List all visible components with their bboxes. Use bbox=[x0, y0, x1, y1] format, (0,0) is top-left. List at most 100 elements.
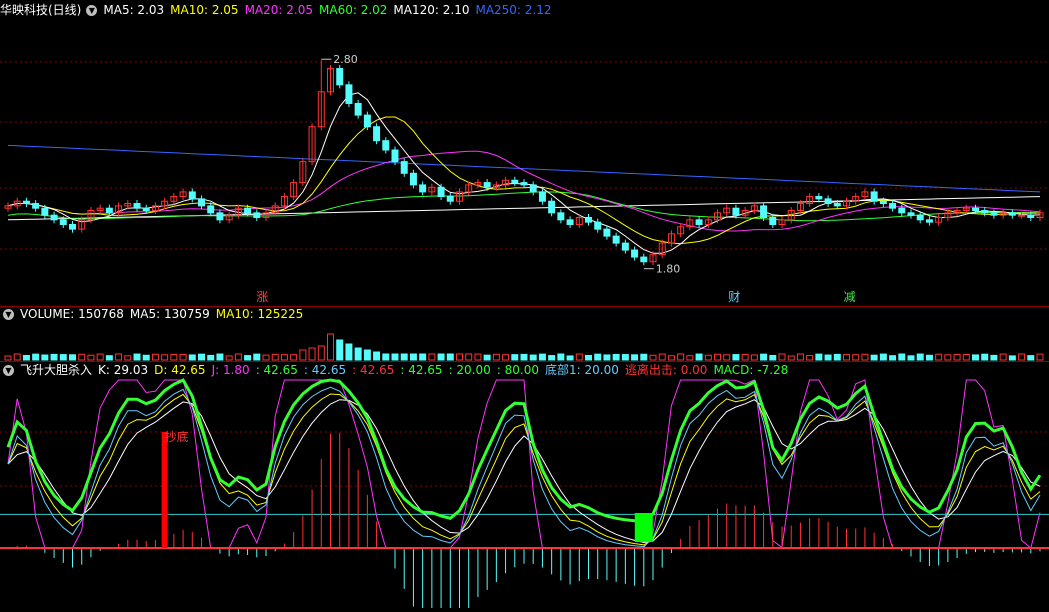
volume-bar bbox=[677, 353, 685, 361]
candle-body bbox=[870, 191, 878, 202]
candle-body bbox=[833, 203, 841, 207]
volume-bar bbox=[852, 354, 860, 361]
candle-body bbox=[695, 219, 703, 225]
candle-body bbox=[916, 214, 924, 221]
candle-body bbox=[419, 184, 427, 193]
event-marker: 涨 bbox=[256, 289, 268, 304]
volume-bar bbox=[714, 353, 721, 361]
collapse-icon[interactable]: ▼ bbox=[3, 309, 14, 320]
volume-bar bbox=[179, 353, 187, 361]
volume-bar bbox=[317, 345, 325, 361]
candle-body bbox=[142, 207, 150, 212]
legend-item: MA10: 2.05 bbox=[170, 3, 239, 17]
volume-bar bbox=[879, 353, 887, 361]
candle-body bbox=[216, 212, 224, 221]
legend-item: 飞升大胆杀入 bbox=[20, 363, 93, 377]
event-marker: 财 bbox=[728, 290, 740, 304]
candle-body bbox=[511, 179, 519, 184]
volume-bar bbox=[981, 353, 989, 361]
volume-bar bbox=[13, 353, 21, 361]
volume-bar bbox=[105, 355, 113, 361]
candle-body bbox=[972, 207, 979, 212]
candle-body bbox=[50, 214, 58, 221]
candle-body bbox=[345, 84, 353, 104]
volume-bar bbox=[1036, 353, 1044, 361]
legend-item: MA5: 2.03 bbox=[103, 3, 165, 17]
volume-bar bbox=[511, 354, 519, 361]
candle-body bbox=[925, 219, 933, 223]
legend-item: : 80.00 bbox=[496, 363, 539, 377]
volume-bar bbox=[502, 354, 510, 361]
indicator-legend: 飞升大胆杀入 K: 29.03 D: 42.65 J: 1.80: 42.65: 42… bbox=[20, 363, 794, 377]
candle-body bbox=[824, 198, 832, 205]
volume-bar bbox=[234, 353, 242, 361]
candle-body bbox=[879, 200, 887, 205]
legend-item: K: 29.03 bbox=[98, 363, 149, 377]
volume-bar bbox=[492, 353, 500, 361]
candle-body bbox=[409, 172, 417, 186]
candle-body bbox=[585, 217, 592, 223]
candle-body bbox=[815, 196, 823, 200]
volume-bar bbox=[741, 353, 749, 361]
legend-item: MA60: 2.02 bbox=[319, 3, 388, 17]
volume-bar bbox=[216, 353, 224, 361]
candle-body bbox=[354, 102, 362, 116]
candle-body bbox=[529, 184, 537, 193]
gridlines bbox=[0, 61, 1049, 487]
candle-body bbox=[557, 212, 565, 221]
candle-body bbox=[253, 212, 261, 219]
volume-bar bbox=[1018, 353, 1026, 361]
volume-bar bbox=[566, 355, 574, 361]
volume-bar bbox=[833, 353, 841, 361]
volume-bar bbox=[271, 353, 279, 361]
volume-bar bbox=[391, 353, 399, 361]
volume-bar bbox=[59, 354, 67, 361]
volume-bar bbox=[898, 353, 906, 361]
candle-body bbox=[32, 203, 40, 209]
collapse-icon[interactable]: ▼ bbox=[3, 365, 14, 376]
volume-bar bbox=[778, 353, 786, 361]
volume-bar bbox=[925, 354, 933, 361]
ma-legend: MA5: 2.03 MA10: 2.05 MA20: 2.05 MA60: 2.02 M… bbox=[103, 3, 557, 17]
legend-item: : 42.65 bbox=[255, 363, 298, 377]
volume-bar bbox=[133, 353, 141, 361]
volume-bar bbox=[188, 354, 196, 361]
volume-bar bbox=[1027, 355, 1035, 361]
candle-body bbox=[198, 198, 205, 207]
candle-body bbox=[1018, 214, 1026, 217]
candle-body bbox=[640, 256, 648, 263]
volume-bar bbox=[704, 354, 712, 361]
volume-bar bbox=[640, 353, 648, 361]
candle-body bbox=[898, 207, 906, 214]
volume-bar bbox=[465, 353, 473, 361]
volume-bar bbox=[280, 354, 288, 361]
volume-bar bbox=[363, 349, 371, 361]
legend-item: VOLUME: 150768 bbox=[20, 307, 124, 321]
volume-bar bbox=[520, 353, 528, 361]
volume-bar bbox=[41, 354, 49, 361]
buy-signal-bar bbox=[161, 432, 168, 548]
chart-title: 华映科技(日线) bbox=[0, 3, 82, 17]
volume-bar bbox=[538, 353, 546, 361]
candle-body bbox=[336, 68, 344, 86]
candle-body bbox=[207, 205, 215, 214]
volume-bar bbox=[843, 354, 850, 361]
legend-item: MA5: 130759 bbox=[129, 307, 210, 321]
volume-bar bbox=[198, 353, 205, 361]
volume-bar bbox=[935, 353, 943, 361]
candle-body bbox=[446, 196, 454, 202]
legend-item: MA20: 2.05 bbox=[244, 3, 313, 17]
legend-item: J: 1.80 bbox=[211, 363, 250, 377]
volume-bar bbox=[96, 353, 104, 361]
legend-item: : 42.65 bbox=[400, 363, 443, 377]
volume-bar bbox=[327, 333, 334, 361]
legend-item: : 42.65 bbox=[352, 363, 395, 377]
volume-bar bbox=[548, 355, 556, 361]
volume-bar bbox=[732, 354, 740, 361]
candle-body bbox=[566, 219, 574, 225]
candle-body bbox=[1008, 212, 1016, 216]
collapse-icon[interactable]: ▼ bbox=[86, 5, 98, 16]
candle-body bbox=[41, 207, 49, 216]
indicator-panel-header: ▼ 飞升大胆杀入 K: 29.03 D: 42.65 J: 1.80: 42.65: 4… bbox=[0, 362, 800, 378]
volume-bar bbox=[594, 353, 602, 361]
